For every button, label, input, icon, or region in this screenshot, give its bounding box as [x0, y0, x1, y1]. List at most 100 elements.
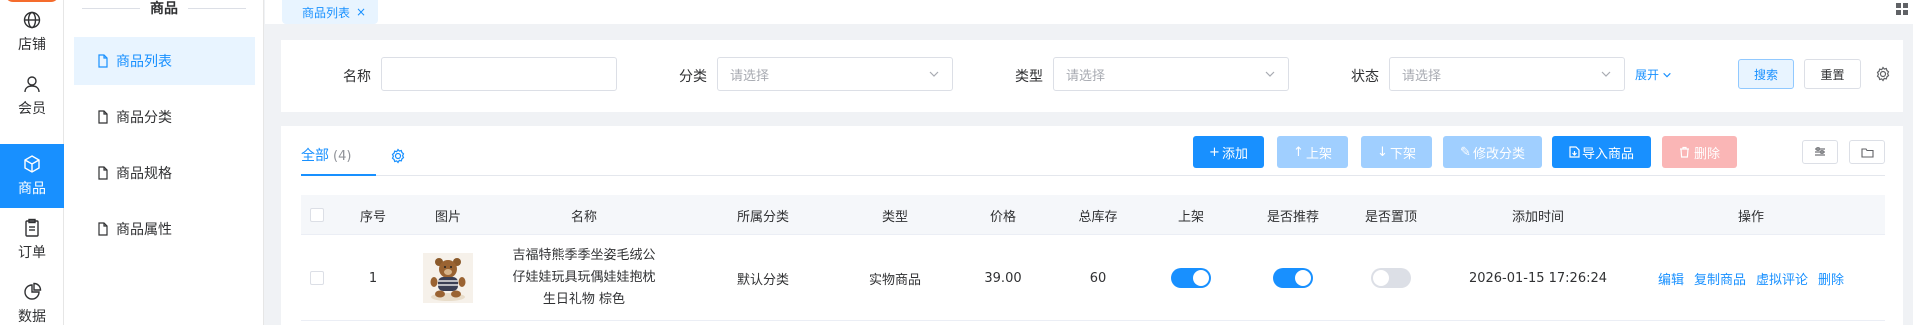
- grid-icon[interactable]: [1895, 2, 1909, 16]
- sidebar-item-label: 商品分类: [116, 110, 172, 126]
- switch-knob: [1193, 270, 1209, 286]
- edit-icon: ✎: [1460, 144, 1471, 160]
- import-goods-button[interactable]: 导入商品: [1552, 136, 1651, 168]
- row-index: 1: [368, 270, 378, 286]
- virtual-review-link[interactable]: 虚拟评论: [1756, 269, 1808, 288]
- sidebar-item-goods-attr[interactable]: 商品属性: [74, 205, 255, 253]
- tab-all[interactable]: 全部 (4): [301, 145, 351, 165]
- box-icon: [24, 155, 40, 173]
- column-header: 是否推荐: [1266, 209, 1319, 225]
- select-all-checkbox[interactable]: [310, 208, 324, 222]
- add-button[interactable]: + 添加: [1193, 136, 1264, 168]
- sidebar-item-goods-list[interactable]: 商品列表: [74, 37, 255, 85]
- trash-icon: [1679, 146, 1689, 158]
- off-shelf-button-label: 下架: [1389, 146, 1416, 162]
- product-name-cell: 吉福特熊季季坐姿毛绒公 仔娃娃玩具玩偶娃娃抱枕 生日礼物 棕色: [497, 235, 671, 321]
- tab-label: 商品列表: [302, 5, 351, 20]
- close-icon[interactable]: ×: [356, 5, 366, 19]
- column-header: 总库存: [1078, 209, 1118, 225]
- nav-item-label: 店铺: [18, 37, 46, 53]
- column-header: 类型: [881, 209, 908, 225]
- nav-item-label: 数据: [18, 309, 46, 325]
- delete-button[interactable]: 删除: [1662, 136, 1737, 168]
- delete-button-label: 删除: [1693, 146, 1720, 162]
- table-header: 序号 图片 名称 所属分类 类型 价格 总库存 上架 是否推荐 是否置顶 添加时…: [301, 195, 1885, 235]
- row-checkbox[interactable]: [310, 271, 324, 285]
- switch-knob: [1295, 270, 1311, 286]
- pinned-switch[interactable]: [1371, 268, 1411, 288]
- user-icon: [24, 76, 40, 93]
- column-header: 上架: [1177, 209, 1204, 225]
- nav-item-order[interactable]: 订单: [0, 208, 64, 272]
- row-select-cell: [301, 235, 333, 321]
- column-header: 所属分类: [736, 209, 789, 225]
- goods-table-panel: 全部 (4) + 添加 ↑ 上架 ↓ 下架 ✎ 修改分类 导入商品 删除 序号 图片 名称…: [281, 126, 1903, 325]
- price-cell: 39.00: [984, 270, 1022, 286]
- actions-cell: 编辑 复制商品 虚拟评论 删除: [1637, 235, 1865, 321]
- expand-toggle[interactable]: 展开: [1635, 66, 1672, 83]
- document-icon: [98, 110, 108, 124]
- sidebar-item-goods-category[interactable]: 商品分类: [74, 93, 255, 141]
- category-label: 分类: [679, 69, 707, 85]
- folder-button[interactable]: [1849, 140, 1885, 164]
- category-select[interactable]: 请选择: [717, 57, 953, 91]
- change-category-button-label: 修改分类: [1472, 146, 1525, 162]
- nav-item-member[interactable]: 会员: [0, 64, 64, 128]
- sidebar-item-label: 商品规格: [116, 166, 172, 182]
- tab-all-label: 全部: [301, 148, 329, 164]
- gear-icon[interactable]: [1875, 66, 1891, 82]
- column-header: 操作: [1737, 209, 1764, 225]
- nav-item-label: 会员: [18, 101, 46, 117]
- clipboard-icon: [25, 218, 39, 237]
- expand-label: 展开: [1635, 68, 1660, 82]
- type-label: 类型: [1015, 69, 1043, 85]
- arrow-down-icon: ↓: [1377, 144, 1388, 160]
- plus-icon: +: [1209, 144, 1220, 160]
- chevron-down-icon: [1601, 71, 1611, 77]
- tabs-bar: 商品列表 ×: [265, 0, 1913, 24]
- document-icon: [98, 222, 108, 236]
- edit-link[interactable]: 编辑: [1658, 269, 1684, 288]
- column-header: 添加时间: [1511, 209, 1564, 225]
- gear-icon[interactable]: [390, 148, 406, 164]
- sidebar-item-goods-spec[interactable]: 商品规格: [74, 149, 255, 197]
- folder-icon: [1860, 147, 1874, 158]
- nav-item-label: 订单: [18, 245, 46, 261]
- nav-item-label: 商品: [18, 181, 46, 197]
- name-input[interactable]: [381, 57, 617, 91]
- product-name-line: 仔娃娃玩具玩偶娃娃抱枕: [512, 270, 656, 285]
- search-button[interactable]: 搜索: [1738, 59, 1794, 89]
- on-shelf-button-label: 上架: [1305, 146, 1332, 162]
- document-icon: [98, 166, 108, 180]
- reset-button[interactable]: 重置: [1804, 59, 1861, 89]
- tab-goods-list[interactable]: 商品列表 ×: [282, 0, 379, 24]
- column-header: 名称: [570, 209, 597, 225]
- add-button-label: 添加: [1221, 146, 1248, 162]
- column-header: 是否置顶: [1364, 209, 1417, 225]
- product-image[interactable]: [423, 253, 473, 303]
- change-category-button[interactable]: ✎ 修改分类: [1443, 136, 1542, 168]
- tabs-divider: [301, 175, 1885, 176]
- on-shelf-switch[interactable]: [1171, 268, 1211, 288]
- tab-all-count: (4): [333, 149, 352, 164]
- sidebar-item-label: 商品列表: [116, 54, 172, 70]
- nav-item-goods[interactable]: 商品: [0, 144, 64, 208]
- off-shelf-button[interactable]: ↓ 下架: [1361, 136, 1432, 168]
- column-settings-button[interactable]: [1802, 140, 1838, 164]
- arrow-up-icon: ↑: [1293, 144, 1304, 160]
- chevron-down-icon: [1663, 72, 1671, 77]
- delete-link[interactable]: 删除: [1818, 269, 1844, 288]
- recommended-switch[interactable]: [1273, 268, 1313, 288]
- nav-item-data[interactable]: 数据: [0, 272, 64, 325]
- category-cell: 默认分类: [736, 272, 789, 288]
- globe-icon: [23, 11, 41, 29]
- added-time-cell: 2026-01-15 17:26:24: [1468, 270, 1608, 286]
- type-select[interactable]: 请选择: [1053, 57, 1289, 91]
- sidebar-item-label: 商品属性: [116, 222, 172, 238]
- on-shelf-button[interactable]: ↑ 上架: [1277, 136, 1348, 168]
- status-select[interactable]: 请选择: [1389, 57, 1625, 91]
- copy-goods-link[interactable]: 复制商品: [1694, 269, 1746, 288]
- nav-item-store[interactable]: 店铺: [0, 0, 64, 64]
- document-icon: [98, 54, 108, 68]
- file-import-icon: [1569, 146, 1580, 158]
